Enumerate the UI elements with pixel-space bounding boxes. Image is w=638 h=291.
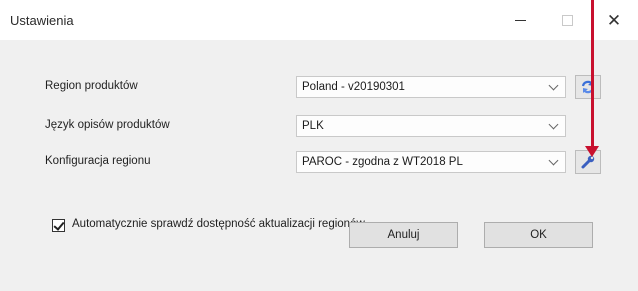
settings-panel: Region produktów Poland - v20190301 Języ…: [0, 40, 638, 291]
language-select-value: PLK: [302, 120, 324, 132]
auto-update-label: Automatycznie sprawdź dostępność aktuali…: [72, 218, 365, 230]
region-label: Region produktów: [45, 80, 138, 92]
maximize-button: [547, 6, 587, 34]
region-select[interactable]: Poland - v20190301: [296, 76, 566, 98]
minimize-button[interactable]: [500, 6, 540, 34]
close-icon: ✕: [606, 10, 622, 30]
maximize-icon: [561, 14, 573, 26]
auto-update-checkbox[interactable]: [52, 219, 65, 232]
annotation-arrow-shaft: [591, 0, 594, 150]
annotation-arrow-head: [585, 146, 599, 157]
chevron-down-icon: [548, 155, 559, 166]
language-label: Język opisów produktów: [45, 119, 170, 131]
title-bar: Ustawienia ✕: [0, 0, 638, 40]
chevron-down-icon: [548, 119, 559, 130]
region-select-value: Poland - v20190301: [302, 81, 405, 93]
close-button[interactable]: ✕: [594, 6, 634, 34]
cancel-button[interactable]: Anuluj: [349, 222, 458, 248]
config-select-value: PAROC - zgodna z WT2018 PL: [302, 156, 463, 168]
refresh-region-button[interactable]: [575, 75, 601, 99]
minimize-icon: [514, 19, 526, 21]
chevron-down-icon: [548, 80, 559, 91]
config-label: Konfiguracja regionu: [45, 155, 151, 167]
language-select[interactable]: PLK: [296, 115, 566, 137]
checkmark-icon: [53, 219, 65, 231]
ok-button[interactable]: OK: [484, 222, 593, 248]
config-select[interactable]: PAROC - zgodna z WT2018 PL: [296, 151, 566, 173]
window-title: Ustawienia: [10, 13, 74, 28]
